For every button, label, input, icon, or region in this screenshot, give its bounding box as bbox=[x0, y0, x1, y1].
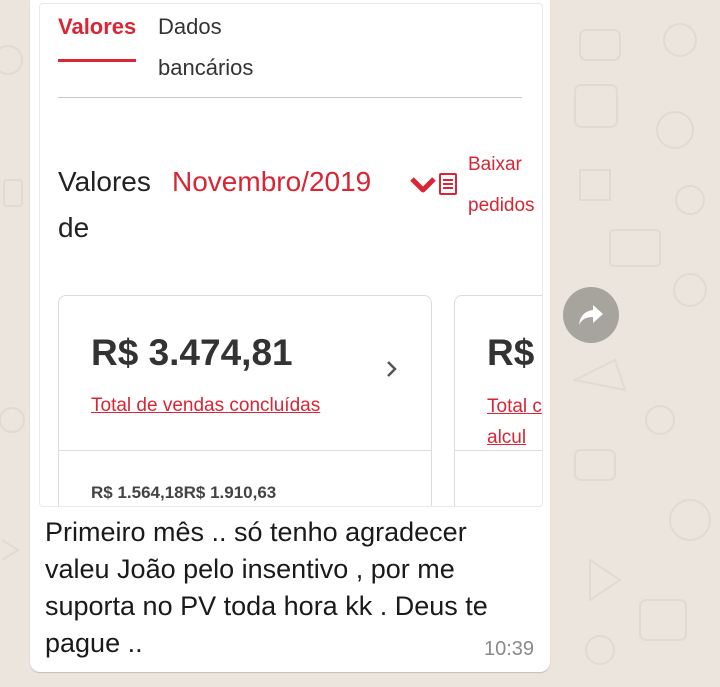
total-sales-link: Total de vendas concluídas bbox=[91, 395, 321, 416]
chevron-right-icon bbox=[387, 361, 397, 377]
second-card-amount: R$ bbox=[487, 332, 535, 373]
sales-total-card: R$ 3.474,81 Total de vendas concluídas R… bbox=[58, 295, 432, 506]
message-text: Primeiro mês .. só tenho agradecer valeu… bbox=[45, 517, 488, 658]
heading-suffix: de bbox=[58, 212, 90, 243]
screenshot-image[interactable]: Valores Dados bancários Valores Novembro… bbox=[39, 3, 543, 507]
total-amount: R$ 3.474,81 bbox=[91, 332, 293, 373]
chevron-down-icon bbox=[410, 177, 436, 193]
month-selector: Novembro/2019 bbox=[172, 166, 372, 197]
tabs-divider bbox=[58, 97, 522, 98]
download-orders-link: Baixar pedidos bbox=[468, 154, 535, 216]
card-sub-values: R$ 1.564,18R$ 1.910,63 bbox=[91, 483, 277, 502]
forward-icon bbox=[579, 305, 603, 325]
tab-valores: Valores bbox=[58, 14, 137, 39]
second-card-link: Total calcul bbox=[487, 396, 542, 448]
tab-active-indicator bbox=[58, 59, 136, 62]
document-icon bbox=[439, 173, 457, 195]
forward-button[interactable] bbox=[563, 287, 619, 343]
message-time: 10:39 bbox=[484, 638, 535, 660]
tab-dados-bancarios: Dados bancários bbox=[158, 14, 254, 80]
second-card: R$ Total calcul bbox=[454, 295, 542, 506]
card-divider bbox=[455, 450, 542, 451]
card-divider bbox=[59, 450, 431, 451]
heading-word: Valores bbox=[58, 166, 151, 197]
